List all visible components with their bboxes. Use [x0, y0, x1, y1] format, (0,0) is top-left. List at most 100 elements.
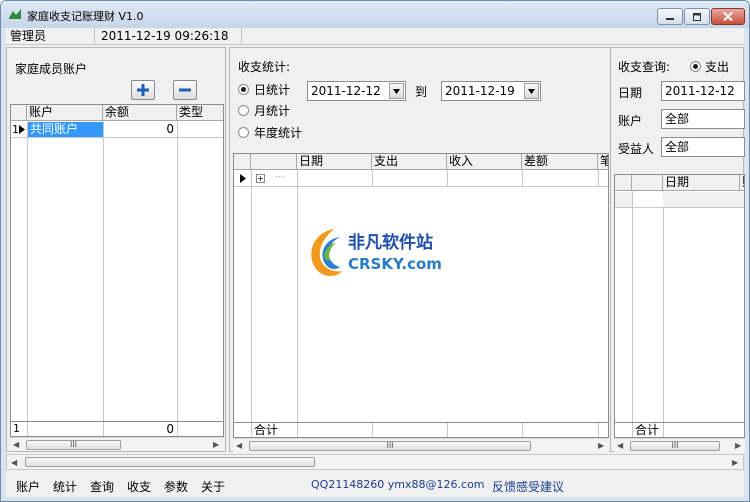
radio-monthly-label[interactable]: 月统计	[254, 102, 290, 119]
query-payee-select[interactable]: 全部	[661, 137, 745, 157]
col-header-account[interactable]: 账户	[27, 105, 103, 121]
minus-icon	[179, 88, 191, 92]
close-button[interactable]	[711, 8, 745, 25]
stats-date-from[interactable]: 2011-12-12	[307, 81, 406, 101]
row-pointer-icon	[19, 125, 25, 134]
to-label: 到	[415, 85, 428, 99]
col-header-difference[interactable]: 差额	[522, 154, 598, 170]
contact-info: QQ21148260 ymx88@126.com	[311, 478, 485, 491]
accounts-hscrollbar[interactable]: ◀ III ▶	[10, 437, 224, 451]
scroll-thumb[interactable]: III	[630, 441, 720, 451]
scroll-right-icon[interactable]: ▶	[735, 441, 741, 450]
chevron-down-icon	[393, 88, 400, 94]
stats-total-label: 合计	[254, 423, 279, 437]
grid-line	[251, 423, 252, 437]
grid-line	[663, 423, 664, 437]
row-header	[615, 192, 632, 207]
grid-line	[251, 170, 252, 422]
scroll-right-icon[interactable]: ▶	[213, 440, 219, 449]
footer-balance-total: 0	[166, 422, 174, 436]
scroll-right-icon[interactable]: ▶	[598, 441, 604, 450]
stats-date-to[interactable]: 2011-12-19	[441, 81, 541, 101]
radio-expense-label[interactable]: 支出	[705, 58, 729, 75]
radio-daily[interactable]	[238, 84, 249, 95]
main-hscrollbar[interactable]: ◀ ▶	[6, 454, 744, 470]
query-col-header-date[interactable]: 日期	[663, 175, 740, 191]
plus-icon	[137, 84, 149, 96]
query-grid[interactable]: 日期 账	[614, 174, 745, 423]
expand-row-icon[interactable]: +	[256, 174, 265, 183]
table-row[interactable]: + ···	[234, 171, 608, 186]
grid-line	[632, 191, 633, 422]
grid-line	[632, 423, 633, 437]
col-header-expense[interactable]: 支出	[372, 154, 447, 170]
scroll-thumb[interactable]: III	[26, 440, 121, 450]
stats-grid[interactable]: 日期 支出 收入 差额 笔 + ···	[233, 153, 609, 423]
remove-account-button[interactable]	[173, 80, 197, 100]
dropdown-button[interactable]	[389, 83, 404, 99]
table-row[interactable]: 1 共同账户 0	[11, 122, 223, 137]
col-header-balance[interactable]: 余额	[103, 105, 177, 121]
add-account-button[interactable]	[131, 80, 155, 100]
stats-title: 收支统计:	[238, 60, 291, 74]
account-name-cell[interactable]: 共同账户	[28, 122, 103, 137]
scroll-left-icon[interactable]: ◀	[617, 441, 623, 450]
query-total-row: 合计	[614, 423, 745, 438]
top-status-bar: 管理员 2011-12-19 09:26:18	[6, 28, 744, 45]
scroll-left-icon[interactable]: ◀	[236, 441, 242, 450]
col-header-date[interactable]: 日期	[297, 154, 372, 170]
radio-monthly[interactable]	[238, 105, 249, 116]
accounts-grid[interactable]: 账户 余额 类型 1 共同账户 0	[10, 104, 224, 422]
radio-daily-label[interactable]: 日统计	[254, 81, 290, 98]
main-scroll-thumb[interactable]	[25, 457, 315, 467]
balance-cell[interactable]: 0	[104, 122, 174, 137]
grid-line	[234, 186, 608, 187]
scroll-left-icon[interactable]: ◀	[13, 440, 19, 449]
grid-line	[177, 422, 178, 436]
scroll-left-icon[interactable]: ◀	[11, 458, 17, 467]
title-bar[interactable]: 家庭收支记账理财 V1.0	[1, 1, 749, 28]
query-title: 收支查询:	[618, 60, 671, 74]
feedback-link[interactable]: 反馈感受建议	[492, 478, 564, 495]
grid-line	[11, 137, 223, 138]
query-date-field[interactable]: 2011-12-12	[661, 81, 745, 101]
query-panel: 收支查询: 支出 日期 2011-12-12 账户 全部 受益人 全部 日期 账	[610, 47, 745, 452]
query-account-value: 全部	[665, 112, 690, 126]
menu-statistics[interactable]: 统计	[53, 478, 77, 495]
query-account-label: 账户	[618, 114, 643, 128]
accounts-footer-row: 1 0	[10, 422, 224, 437]
stats-total-row: 合计	[233, 423, 609, 438]
stats-hscrollbar[interactable]: ◀ III ▶	[233, 438, 609, 452]
query-col-blank	[632, 175, 663, 191]
menu-income-expense[interactable]: 收支	[127, 478, 151, 495]
menu-accounts[interactable]: 账户	[16, 478, 40, 495]
menu-query[interactable]: 查询	[90, 478, 114, 495]
col-header-type[interactable]: 类型	[177, 105, 223, 121]
query-payee-value: 全部	[665, 140, 690, 154]
watermark-swirl-icon	[311, 229, 342, 276]
query-total-label: 合计	[635, 423, 660, 437]
radio-expense[interactable]	[690, 61, 701, 72]
menu-parameters[interactable]: 参数	[164, 478, 188, 495]
grid-line	[177, 121, 178, 421]
type-cell[interactable]	[178, 122, 223, 137]
grid-line	[522, 423, 523, 437]
query-account-select[interactable]: 全部	[661, 109, 745, 129]
dropdown-button[interactable]	[524, 83, 539, 99]
menu-about[interactable]: 关于	[201, 478, 225, 495]
query-hscrollbar[interactable]: ◀ III ▶	[614, 438, 745, 452]
radio-yearly[interactable]	[238, 127, 249, 138]
scroll-right-icon[interactable]: ▶	[732, 458, 738, 467]
row-header-corner	[234, 154, 251, 170]
scroll-thumb[interactable]: III	[249, 441, 531, 451]
maximize-button[interactable]	[684, 8, 710, 25]
radio-yearly-label[interactable]: 年度统计	[254, 124, 302, 141]
query-col-header-account[interactable]: 账	[740, 175, 744, 191]
col-header-count[interactable]: 笔	[598, 154, 608, 170]
row-number: 1	[12, 123, 19, 136]
row-header-corner	[615, 175, 632, 191]
col-header-income[interactable]: 收入	[447, 154, 522, 170]
minimize-button[interactable]	[657, 8, 683, 25]
bottom-menu-bar: 账户 统计 查询 收支 参数 关于 QQ21148260 ymx88@126.c…	[6, 475, 744, 497]
grid-line	[598, 423, 599, 437]
